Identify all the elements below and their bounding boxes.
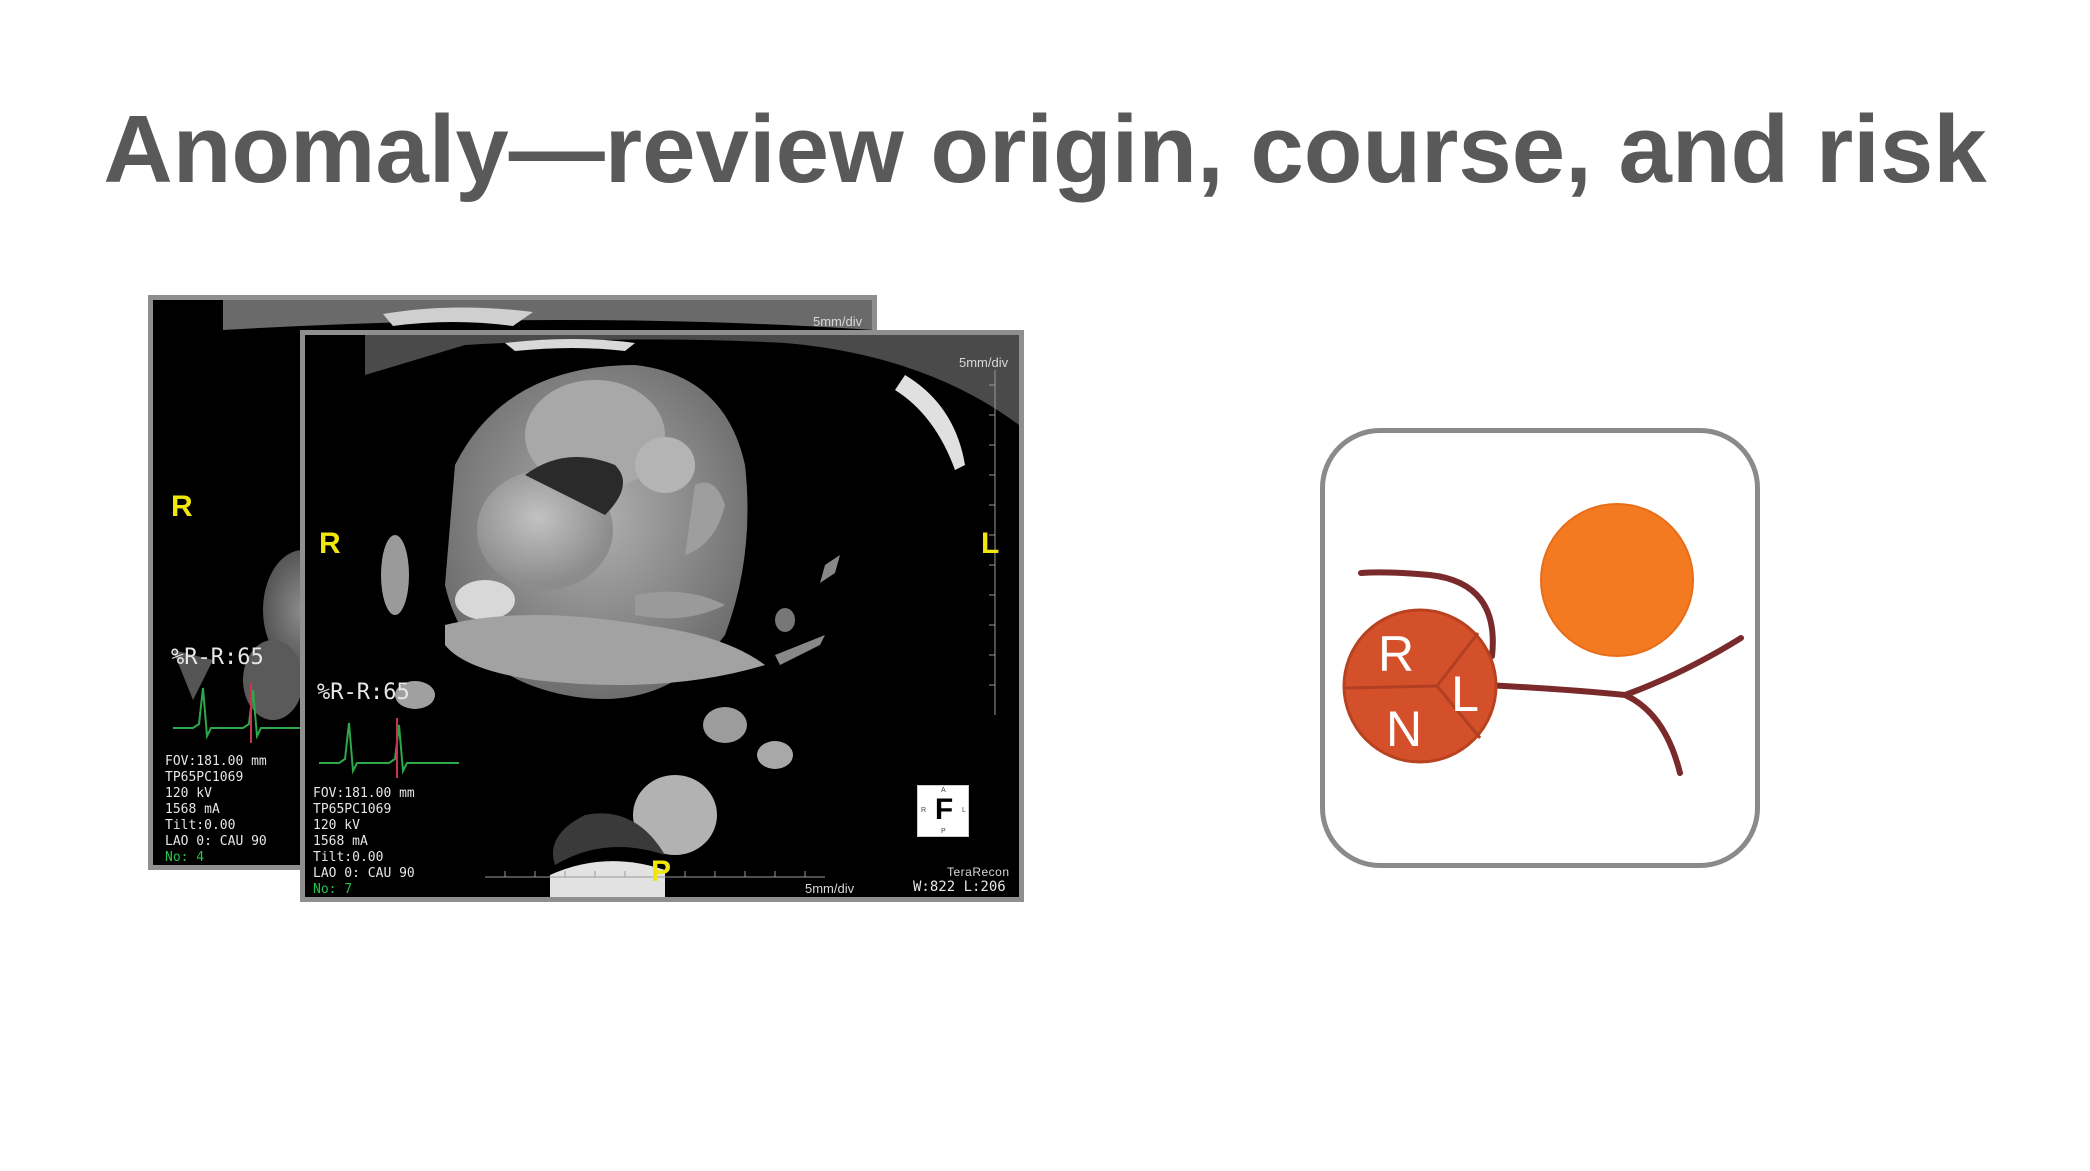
scan-info-tilt: Tilt:0.00 (165, 818, 236, 833)
scan-info-ma: 1568 mA (313, 834, 368, 849)
scan-info-series: TP65PC1069 (165, 770, 244, 785)
cube-bottom-label: P (941, 828, 946, 835)
scan-info-kv: 120 kV (313, 818, 360, 833)
scale-label: 5mm/div (813, 314, 863, 329)
ct-image-front[interactable]: 5mm/div R L P 5mm/div %R-R:65 FOV:181.00… (300, 330, 1024, 902)
orientation-cube[interactable]: A R L P F (917, 785, 969, 837)
coronary-origin-diagram: R L N (1320, 428, 1760, 868)
coronary-branch-vessel (1622, 692, 1683, 776)
cusp-divider (1344, 684, 1438, 690)
scan-info-angle: LAO 0: CAU 90 (313, 866, 415, 881)
scan-info-tilt: Tilt:0.00 (313, 850, 384, 865)
orientation-right-label: R (171, 490, 193, 523)
orientation-left-label: L (981, 527, 1000, 560)
slice-number: No: 4 (165, 850, 205, 865)
orientation-right-label: R (319, 527, 341, 560)
window-level-label: W:822 L:206 (913, 879, 1006, 895)
scan-info: FOV:181.00 mm TP65PC1069 120 kV 1568 mA … (313, 786, 415, 897)
scan-info: FOV:181.00 mm TP65PC1069 120 kV 1568 mA … (165, 754, 267, 865)
cusp-label-left: L (1451, 666, 1479, 722)
diagram-drawing: R L N (1342, 503, 1744, 776)
scan-info-ma: 1568 mA (165, 802, 220, 817)
vendor-label: TeraRecon (947, 865, 1010, 879)
orientation-posterior-label: P (651, 855, 672, 888)
scan-info-kv: 120 kV (165, 786, 212, 801)
cube-face-label: F (934, 793, 954, 826)
scale-label-top: 5mm/div (959, 355, 1009, 370)
scan-info-fov: FOV:181.00 mm (313, 786, 415, 801)
scan-info-fov: FOV:181.00 mm (165, 754, 267, 769)
slice-number: No: 7 (313, 882, 353, 897)
scale-label-bottom: 5mm/div (805, 881, 855, 896)
pulmonary-artery-circle (1540, 503, 1694, 657)
ecg-trace (319, 718, 459, 778)
cusp-label-right: R (1378, 626, 1414, 682)
cusp-label-noncoronary: N (1386, 701, 1422, 757)
slide-title: Anomaly—review origin, course, and risk (103, 96, 1987, 203)
scan-info-series: TP65PC1069 (313, 802, 392, 817)
rr-interval-label: %R-R:65 (317, 680, 410, 705)
scan-info-angle: LAO 0: CAU 90 (165, 834, 267, 849)
rr-interval-label: %R-R:65 (171, 645, 264, 670)
ecg-trace (173, 683, 313, 743)
